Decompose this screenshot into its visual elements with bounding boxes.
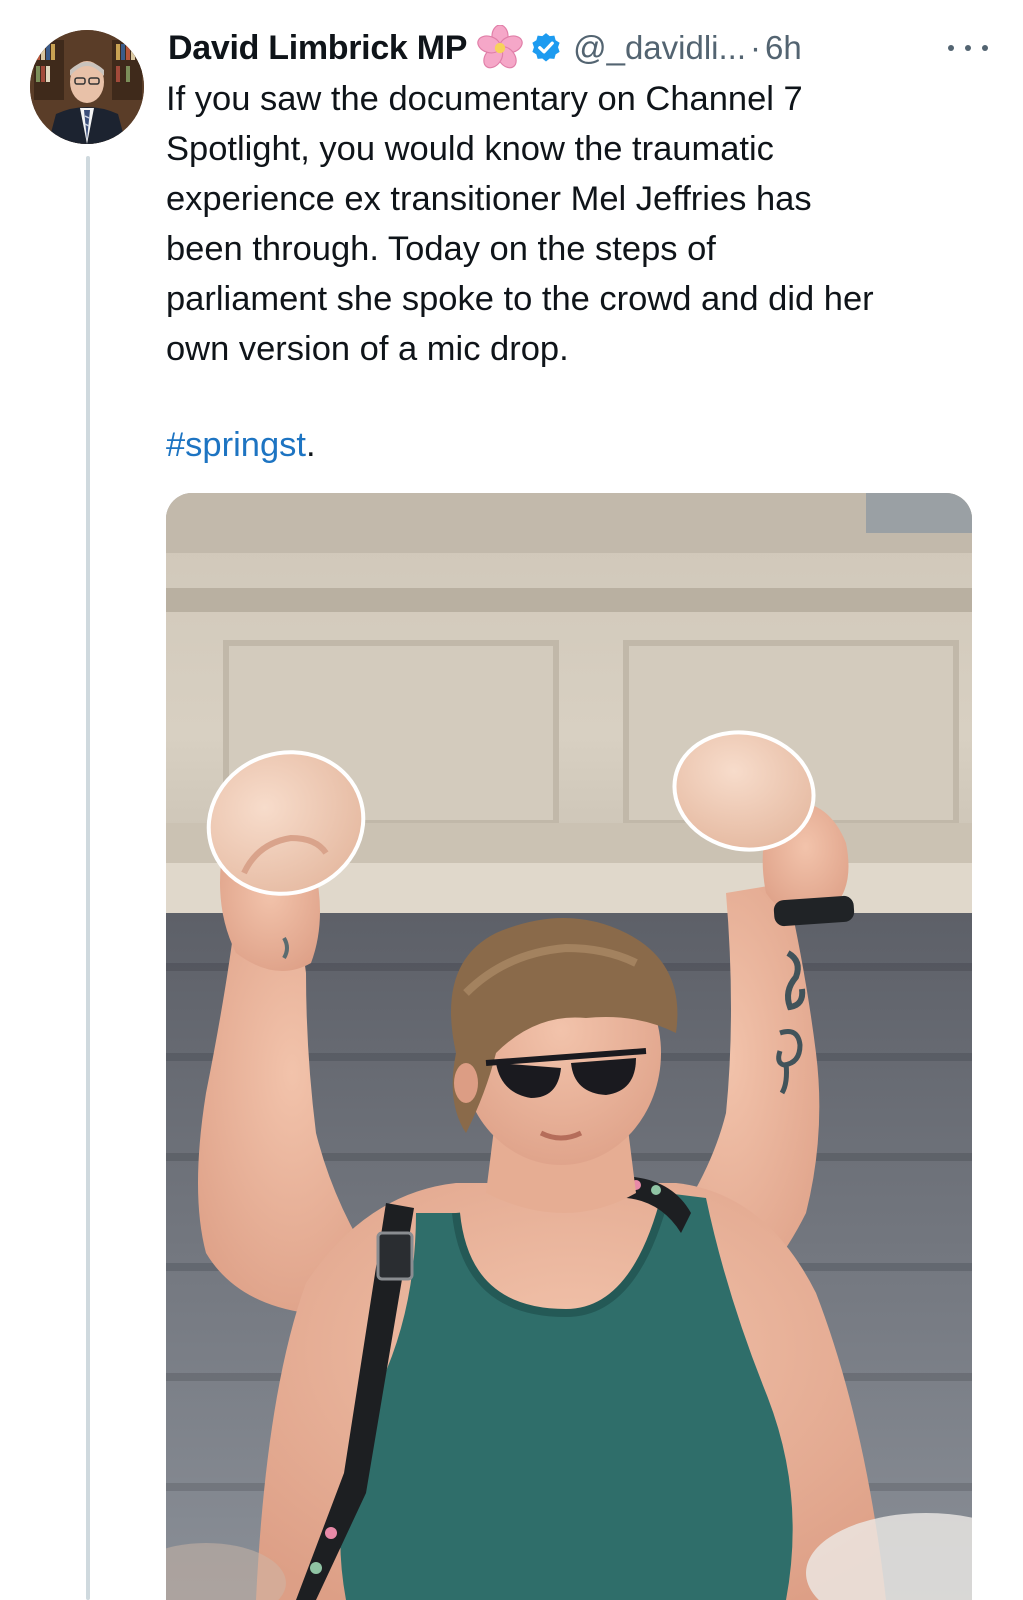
tweet-text-line: parliament she spoke to the crowd and di… (166, 280, 874, 318)
more-dot (965, 45, 971, 51)
avatar-photo (30, 30, 144, 144)
timestamp[interactable]: 6h (765, 29, 802, 67)
thread-line (86, 156, 90, 1600)
tweet-text-line: own version of a mic drop. (166, 330, 569, 368)
author-name[interactable]: David Limbrick MP (168, 29, 467, 68)
tweet-text-line: If you saw the documentary on Channel 7 (166, 80, 803, 118)
hashtag-line: #springst. (166, 420, 316, 470)
tweet-text-line: experience ex transitioner Mel Jeffries … (166, 180, 812, 218)
avatar[interactable] (30, 30, 144, 144)
more-dot (948, 45, 954, 51)
more-dot (982, 45, 988, 51)
cherry-blossom-icon (477, 25, 523, 69)
tweet-text-line: been through. Today on the steps of (166, 230, 716, 268)
protest-photo (166, 493, 972, 1600)
more-options-icon[interactable] (948, 30, 988, 66)
tweet-text-line: Spotlight, you would know the traumatic (166, 130, 774, 168)
hashtag-link[interactable]: #springst (166, 426, 306, 464)
tweet-header: David Limbrick MP @_davidli... · 6h (168, 24, 988, 72)
meta-separator: · (750, 29, 762, 66)
tweet-photo[interactable] (166, 493, 972, 1600)
tweet-text: If you saw the documentary on Channel 7 … (166, 74, 986, 374)
tweet[interactable]: David Limbrick MP @_davidli... · 6h If y… (0, 0, 1023, 1600)
verified-badge-icon (532, 33, 560, 62)
hashtag-suffix: . (306, 426, 316, 464)
author-handle[interactable]: @_davidli... (573, 29, 746, 67)
